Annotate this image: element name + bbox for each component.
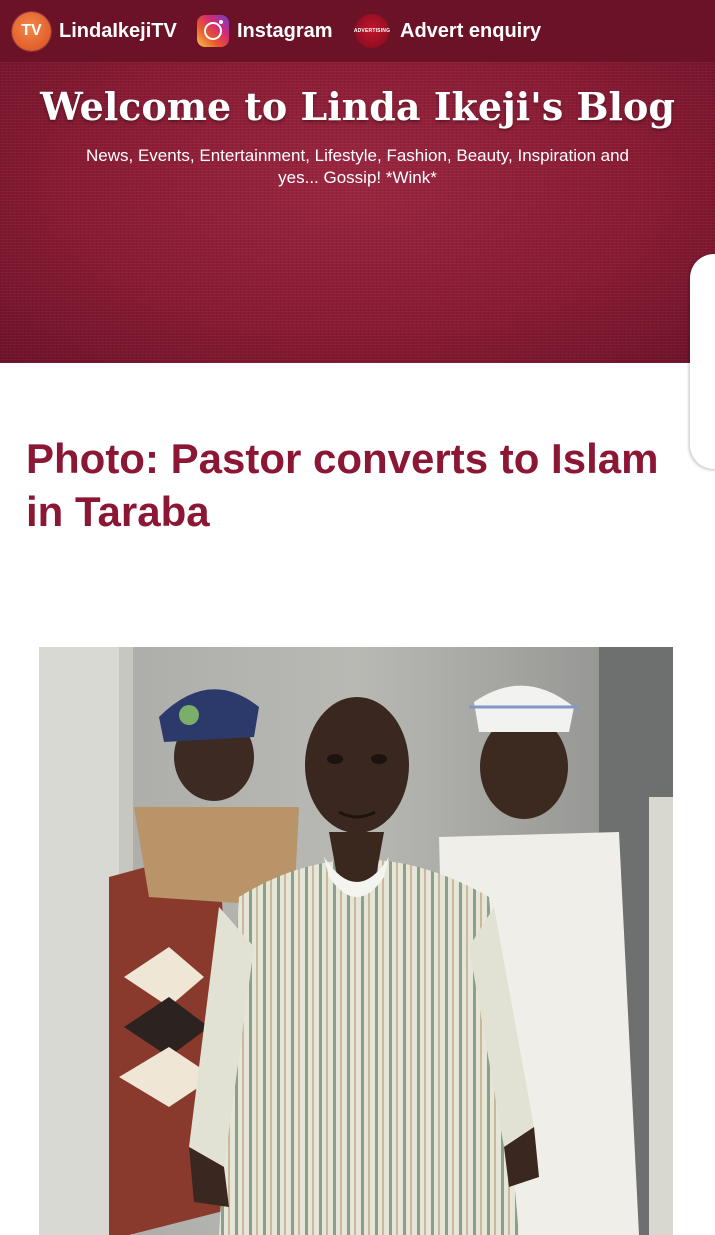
nav-instagram-label: Instagram [237, 19, 333, 42]
post-title[interactable]: Photo: Pastor converts to Islam in Tarab… [26, 432, 696, 538]
post-photo-illustration [39, 647, 673, 1235]
tv-icon: TV [12, 11, 51, 51]
nav-advert-enquiry-label: Advert enquiry [400, 19, 542, 42]
instagram-icon [197, 15, 229, 47]
blog-title[interactable]: Welcome to Linda Ikeji's Blog [0, 84, 715, 129]
nav-advert-enquiry-link[interactable]: ADVERTISING Advert enquiry [354, 0, 542, 62]
blog-tagline: News, Events, Entertainment, Lifestyle, … [85, 146, 630, 187]
blog-header: Welcome to Linda Ikeji's Blog News, Even… [0, 62, 715, 363]
advertising-icon: ADVERTISING [354, 14, 390, 48]
post-photo[interactable] [39, 647, 673, 1235]
top-navigation-bar: TV LindaIkejiTV Instagram ADVERTISING Ad… [0, 0, 715, 63]
nav-lindaikejitv-label: LindaIkejiTV [59, 19, 177, 42]
nav-instagram-link[interactable]: Instagram [197, 0, 333, 62]
nav-lindaikejitv-link[interactable]: TV LindaIkejiTV [12, 0, 177, 62]
